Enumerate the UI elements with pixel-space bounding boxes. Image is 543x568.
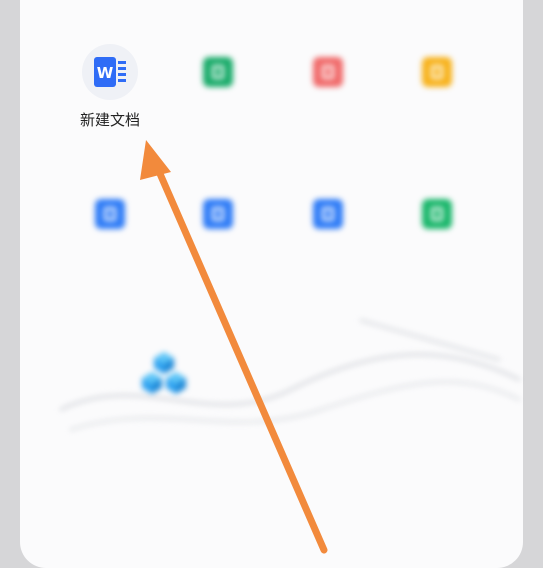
word-doc-icon: W — [94, 57, 126, 87]
template-banner[interactable] — [140, 345, 440, 399]
pdf-label — [273, 110, 383, 130]
photo-doc-icon — [203, 199, 233, 229]
spreadsheet-icon — [203, 57, 233, 87]
scan-document-item[interactable] — [55, 186, 165, 272]
photo-document-item[interactable] — [163, 186, 273, 272]
green-document-item[interactable] — [382, 186, 492, 272]
icon-tile — [190, 44, 246, 100]
text-extract-item[interactable] — [273, 186, 383, 272]
icon-tile — [190, 186, 246, 242]
scan-document-label — [55, 252, 165, 272]
form-item[interactable] — [382, 44, 492, 130]
icon-tile: W — [82, 44, 138, 100]
scan-doc-icon — [95, 199, 125, 229]
new-document-label: 新建文档 — [79, 111, 140, 129]
form-label — [382, 110, 492, 130]
spreadsheet-label — [163, 110, 273, 130]
text-extract-label — [273, 252, 383, 272]
icon-tile — [300, 44, 356, 100]
form-icon — [422, 57, 452, 87]
text-extract-icon — [313, 199, 343, 229]
pdf-icon — [313, 57, 343, 87]
svg-text:W: W — [97, 64, 114, 82]
icon-tile — [409, 186, 465, 242]
new-file-sheet: W 新建文档 — [20, 0, 523, 568]
cancel-button[interactable] — [20, 508, 523, 548]
spreadsheet-item[interactable] — [163, 44, 273, 130]
icon-tile — [300, 186, 356, 242]
photo-document-label — [163, 252, 273, 272]
icon-tile — [409, 44, 465, 100]
new-document-item[interactable]: W 新建文档 — [55, 44, 165, 130]
green-doc-icon — [422, 199, 452, 229]
template-cubes-icon — [142, 352, 186, 394]
pdf-item[interactable] — [273, 44, 383, 130]
green-document-label — [382, 252, 492, 272]
icon-tile — [82, 186, 138, 242]
